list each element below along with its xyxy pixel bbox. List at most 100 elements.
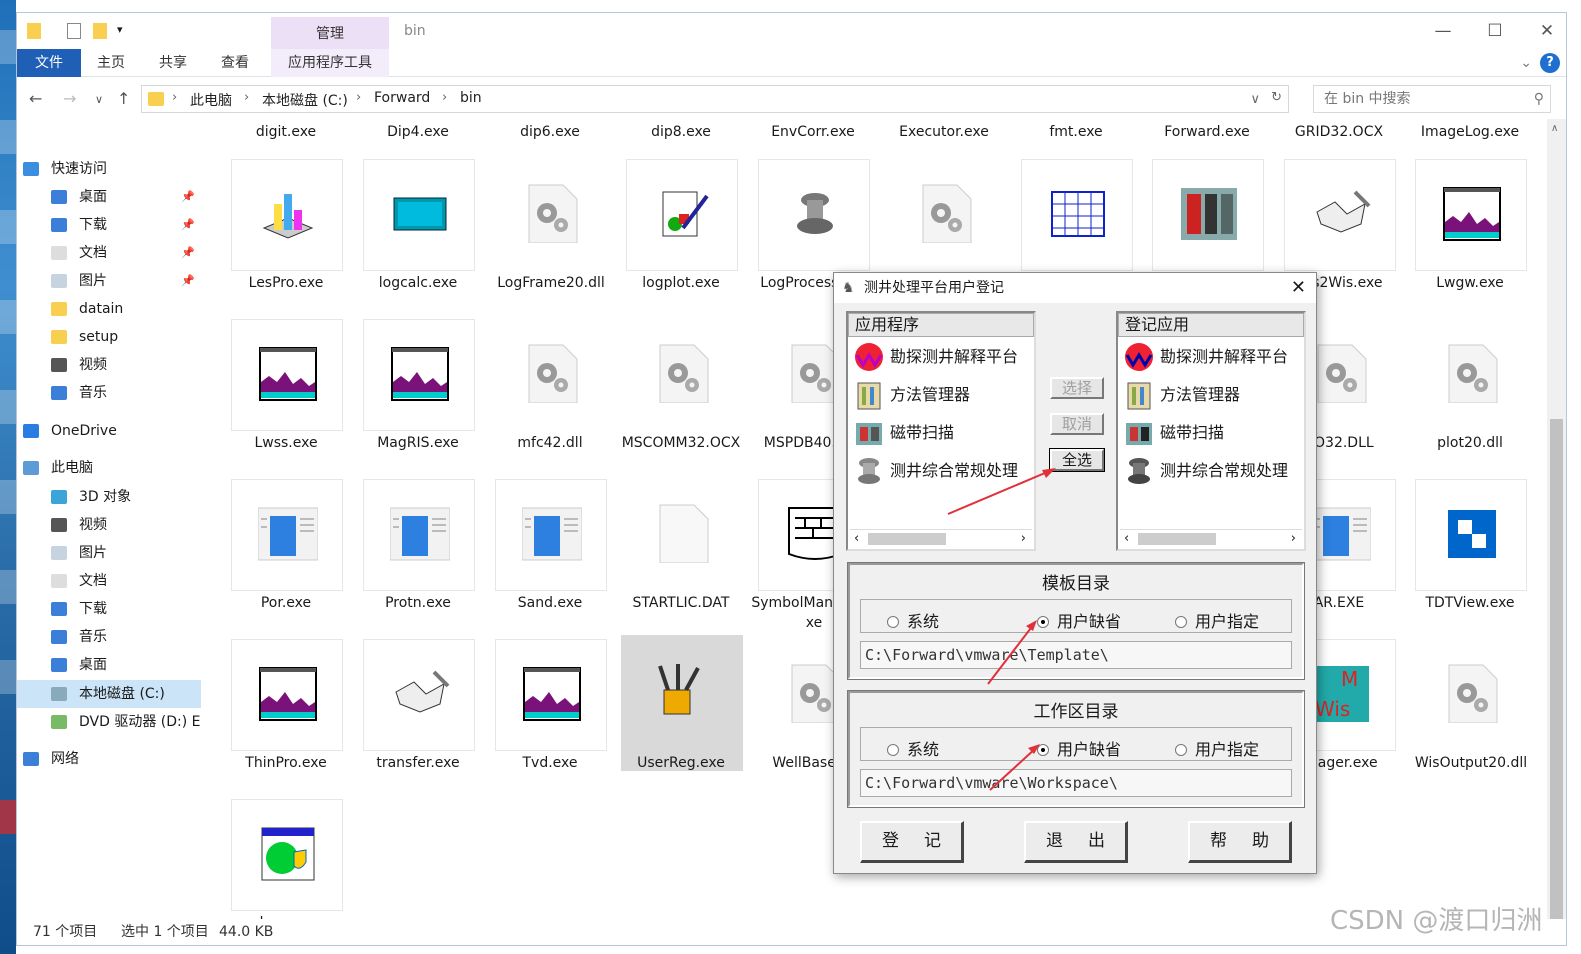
sidebar-item-music[interactable]: 音乐 xyxy=(17,623,201,651)
breadcrumb-forward[interactable]: Forward xyxy=(374,90,430,106)
file-tile[interactable] xyxy=(363,479,475,591)
quick-access-dropdown-icon[interactable]: ▾ xyxy=(117,23,131,39)
file-tile[interactable] xyxy=(1021,159,1133,271)
recent-dropdown-icon[interactable]: ∨ xyxy=(95,93,103,106)
file-tile[interactable] xyxy=(363,319,475,431)
address-bar[interactable]: › 此电脑 › 本地磁盘 (C:) › Forward › bin ∨ ↻ xyxy=(141,85,1289,113)
sidebar-item-onedrive[interactable]: OneDrive xyxy=(17,417,201,445)
breadcrumb-drive-c[interactable]: 本地磁盘 (C:) xyxy=(262,90,348,110)
tab-file[interactable]: 文件 xyxy=(17,49,81,77)
sidebar-item-desktop[interactable]: 桌面 📌 xyxy=(17,183,201,211)
file-tile[interactable] xyxy=(495,639,607,751)
sidebar-item-datain[interactable]: datain xyxy=(17,295,201,323)
file-tile[interactable] xyxy=(495,479,607,591)
sidebar-item-downloads[interactable]: 下载 xyxy=(17,595,201,623)
file-tile[interactable] xyxy=(1152,159,1264,271)
radio-user-custom[interactable]: 用户指定 xyxy=(1175,608,1259,632)
sidebar-item-3d-objects[interactable]: 3D 对象 xyxy=(17,483,201,511)
sidebar-item-dvd-drive[interactable]: DVD 驱动器 (D:) E: xyxy=(17,708,201,736)
tab-view[interactable]: 查看 xyxy=(221,49,249,77)
scrollbar-thumb[interactable] xyxy=(1550,419,1563,919)
maximize-button[interactable]: ☐ xyxy=(1482,19,1508,43)
refresh-icon[interactable]: ↻ xyxy=(1271,90,1282,105)
applications-list[interactable]: 应用程序 勘探测井解释平台 方法管理器 磁带扫描 测井综合常规处理 ‹ › xyxy=(846,311,1036,551)
list-item[interactable]: 勘探测井解释平台 xyxy=(1120,339,1306,375)
file-tile[interactable] xyxy=(626,319,738,431)
new-folder-icon[interactable] xyxy=(93,23,107,39)
address-dropdown-icon[interactable]: ∨ xyxy=(1250,92,1260,107)
sidebar-item-documents[interactable]: 文档 📌 xyxy=(17,239,201,267)
breadcrumb-bin[interactable]: bin xyxy=(460,90,482,106)
sidebar-item-desktop[interactable]: 桌面 xyxy=(17,651,201,679)
exit-button[interactable]: 退出 xyxy=(1024,821,1128,863)
sidebar-item-pictures[interactable]: 图片 xyxy=(17,539,201,567)
file-tile[interactable] xyxy=(495,319,607,431)
file-tile[interactable] xyxy=(889,159,1001,271)
minimize-button[interactable]: — xyxy=(1430,19,1456,43)
file-tile[interactable] xyxy=(231,479,343,591)
sidebar-item-documents[interactable]: 文档 xyxy=(17,567,201,595)
tab-app-tools[interactable]: 应用程序工具 xyxy=(271,49,389,77)
register-button[interactable]: 登记 xyxy=(860,821,964,863)
list-item[interactable]: 方法管理器 xyxy=(850,377,1036,413)
file-tile[interactable] xyxy=(1284,159,1396,271)
file-tile[interactable] xyxy=(231,799,343,911)
sidebar-item-music[interactable]: 音乐 xyxy=(17,379,201,407)
radio-system[interactable]: 系统 xyxy=(887,608,939,632)
list-item[interactable]: 磁带扫描 xyxy=(1120,415,1306,451)
horizontal-scrollbar[interactable]: ‹ › xyxy=(850,529,1032,547)
radio-user-default[interactable]: 用户缺省 xyxy=(1037,608,1121,632)
file-tile[interactable] xyxy=(758,159,870,271)
registered-list[interactable]: 登记应用 勘探测井解释平台 方法管理器 磁带扫描 测井综合常规处理 ‹ › xyxy=(1116,311,1306,551)
pin-icon[interactable]: 📌 xyxy=(181,183,195,211)
cancel-select-button[interactable]: 取消 xyxy=(1050,413,1104,435)
sidebar-item-quick-access[interactable]: 快速访问 xyxy=(17,155,201,183)
file-tile[interactable] xyxy=(1415,319,1527,431)
help-icon[interactable]: ? xyxy=(1540,53,1560,73)
dialog-close-icon[interactable]: ✕ xyxy=(1291,273,1306,303)
ribbon-context-manage[interactable]: 管理 xyxy=(271,17,389,49)
sidebar-item-network[interactable]: 网络 xyxy=(17,745,201,773)
list-item[interactable]: 勘探测井解释平台 xyxy=(850,339,1036,375)
back-arrow-icon[interactable]: ← xyxy=(29,89,42,108)
pin-icon[interactable]: 📌 xyxy=(181,267,195,295)
sidebar-item-videos[interactable]: 视频 xyxy=(17,511,201,539)
sidebar-item-downloads[interactable]: 下载 📌 xyxy=(17,211,201,239)
file-tile[interactable] xyxy=(1415,159,1527,271)
vertical-scrollbar[interactable]: ∧ xyxy=(1547,119,1566,919)
help-button[interactable]: 帮助 xyxy=(1188,821,1292,863)
properties-icon[interactable] xyxy=(67,23,81,39)
sidebar-item-setup[interactable]: setup xyxy=(17,323,201,351)
pin-icon[interactable]: 📌 xyxy=(181,211,195,239)
search-icon[interactable]: ⚲ xyxy=(1534,86,1544,112)
tab-share[interactable]: 共享 xyxy=(159,49,187,77)
sidebar-item-videos[interactable]: 视频 xyxy=(17,351,201,379)
list-item[interactable]: 测井综合常规处理 xyxy=(850,453,1036,489)
breadcrumb-this-pc[interactable]: 此电脑 xyxy=(190,90,232,110)
file-tile[interactable] xyxy=(626,479,738,591)
file-tile[interactable] xyxy=(231,639,343,751)
file-tile[interactable] xyxy=(1415,479,1527,591)
file-tile[interactable] xyxy=(231,159,343,271)
file-tile[interactable] xyxy=(363,639,475,751)
up-arrow-icon[interactable]: ↑ xyxy=(117,89,130,108)
sidebar-item-drive-c[interactable]: 本地磁盘 (C:) xyxy=(17,680,201,708)
forward-arrow-icon[interactable]: → xyxy=(63,89,76,108)
select-button[interactable]: 选择 xyxy=(1050,377,1104,399)
ribbon-expand-icon[interactable]: ⌄ xyxy=(1520,49,1532,77)
list-item[interactable]: 方法管理器 xyxy=(1120,377,1306,413)
search-input[interactable]: 在 bin 中搜索 ⚲ xyxy=(1313,85,1551,113)
tab-home[interactable]: 主页 xyxy=(97,49,125,77)
sidebar-item-this-pc[interactable]: 此电脑 xyxy=(17,454,201,482)
select-all-button[interactable]: 全选 xyxy=(1049,448,1105,472)
radio-user-custom[interactable]: 用户指定 xyxy=(1175,736,1259,760)
close-button[interactable]: ✕ xyxy=(1534,19,1560,43)
file-tile[interactable] xyxy=(1415,639,1527,751)
file-tile[interactable] xyxy=(495,159,607,271)
horizontal-scrollbar[interactable]: ‹ › xyxy=(1120,529,1302,547)
list-item[interactable]: 测井综合常规处理 xyxy=(1120,453,1306,489)
workspace-path-field[interactable]: C:\Forward\vmware\Workspace\ xyxy=(860,769,1292,797)
pin-icon[interactable]: 📌 xyxy=(181,239,195,267)
list-item[interactable]: 磁带扫描 xyxy=(850,415,1036,451)
file-tile[interactable] xyxy=(621,635,743,771)
